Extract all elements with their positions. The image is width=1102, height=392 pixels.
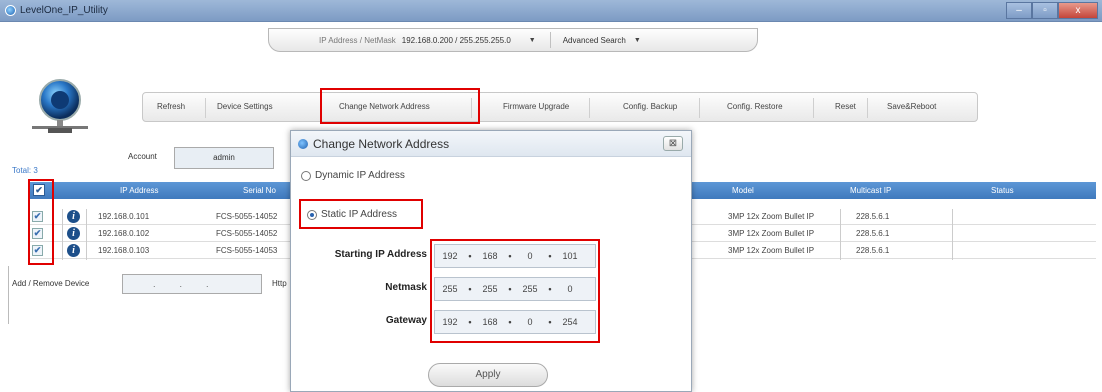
row-serial: FCS-5055-14052 [216, 212, 278, 221]
col-multicast[interactable]: Multicast IP [850, 186, 891, 195]
firmware-upgrade-button[interactable]: Firmware Upgrade [503, 102, 569, 111]
starting-ip-label: Starting IP Address [334, 249, 427, 260]
http-label: Http [272, 279, 287, 288]
dialog-title: Change Network Address [313, 137, 450, 151]
row-model: 3MP 12x Zoom Bullet IP [728, 229, 815, 238]
search-value[interactable]: 192.168.0.200 / 255.255.255.0 [402, 36, 511, 45]
row-serial: FCS-5055-14052 [216, 229, 278, 238]
search-label: IP Address / NetMask [319, 35, 396, 45]
account-field[interactable]: admin [174, 147, 274, 169]
info-icon[interactable]: i [67, 210, 80, 223]
dynamic-ip-radio[interactable] [301, 171, 311, 181]
title-bar: LevelOne_IP_Utility – ▫ x [0, 0, 1102, 22]
add-remove-label: Add / Remove Device [12, 279, 90, 288]
config-backup-button[interactable]: Config. Backup [623, 102, 677, 111]
static-ip-highlight [299, 199, 423, 229]
row-ip: 192.168.0.103 [98, 246, 150, 255]
row-model: 3MP 12x Zoom Bullet IP [728, 212, 815, 221]
total-count: Total: 3 [12, 166, 38, 175]
row-multicast: 228.5.6.1 [856, 229, 890, 238]
maximize-button[interactable]: ▫ [1032, 2, 1058, 19]
reset-button[interactable]: Reset [835, 102, 856, 111]
row-ip: 192.168.0.101 [98, 212, 150, 221]
app-icon [5, 5, 16, 16]
refresh-button[interactable]: Refresh [157, 102, 185, 111]
row-model: 3MP 12x Zoom Bullet IP [728, 246, 815, 255]
col-ip[interactable]: IP Address [120, 186, 159, 195]
col-serial[interactable]: Serial No [243, 186, 276, 195]
search-bar: IP Address / NetMask 192.168.0.200 / 255… [268, 28, 758, 52]
netmask-label: Netmask [385, 282, 427, 293]
minimize-button[interactable]: – [1006, 2, 1032, 19]
row-multicast: 228.5.6.1 [856, 212, 890, 221]
gateway-label: Gateway [385, 315, 427, 326]
dialog-title-bar: Change Network Address ⊠ [291, 131, 691, 157]
save-reboot-button[interactable]: Save&Reboot [887, 102, 936, 111]
add-device-ip-input[interactable]: ... [122, 274, 262, 294]
change-network-highlight [320, 88, 480, 124]
dynamic-ip-label[interactable]: Dynamic IP Address [315, 170, 405, 181]
window-title: LevelOne_IP_Utility [20, 5, 108, 16]
col-model[interactable]: Model [732, 186, 754, 195]
dialog-close-button[interactable]: ⊠ [663, 136, 683, 151]
close-window-button[interactable]: x [1058, 2, 1098, 19]
info-icon[interactable]: i [67, 227, 80, 240]
checkbox-column-highlight [28, 179, 54, 265]
ip-fields-highlight [430, 239, 600, 343]
row-multicast: 228.5.6.1 [856, 246, 890, 255]
apply-button[interactable]: Apply [428, 363, 548, 387]
search-dropdown-icon[interactable]: ▼ [529, 37, 536, 44]
app-logo-icon [32, 79, 88, 133]
row-serial: FCS-5055-14053 [216, 246, 278, 255]
account-label: Account [128, 152, 157, 161]
config-restore-button[interactable]: Config. Restore [727, 102, 783, 111]
col-status[interactable]: Status [991, 186, 1014, 195]
advanced-dropdown-icon[interactable]: ▼ [634, 37, 641, 44]
row-ip: 192.168.0.102 [98, 229, 150, 238]
toolbar: Refresh Device Settings Change Network A… [142, 92, 978, 122]
advanced-search-button[interactable]: Advanced Search [563, 36, 626, 45]
device-settings-button[interactable]: Device Settings [217, 102, 273, 111]
info-icon[interactable]: i [67, 244, 80, 257]
dialog-app-icon [298, 139, 308, 149]
change-network-dialog: Change Network Address ⊠ Dynamic IP Addr… [290, 130, 692, 392]
